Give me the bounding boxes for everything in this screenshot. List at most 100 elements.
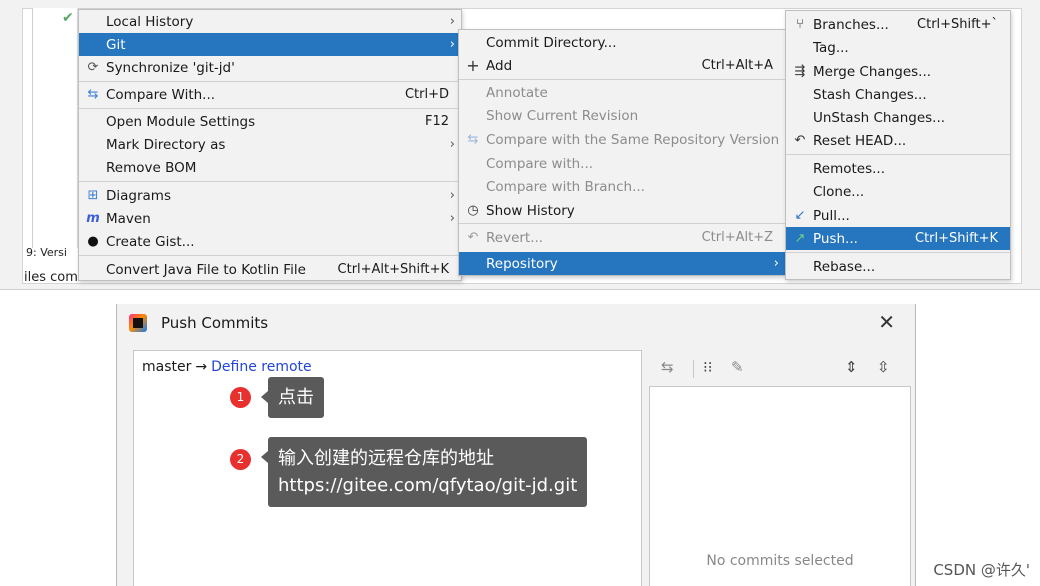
menu-separator (786, 252, 1010, 253)
menu-item-annotate[interactable]: Annotate (459, 81, 785, 104)
menu-item-compare-same-repo[interactable]: ⇆ Compare with the Same Repository Versi… (459, 128, 785, 151)
menu-item-label: Remove BOM (106, 159, 197, 176)
menu-separator (79, 81, 461, 82)
github-icon: ● (87, 234, 99, 249)
menu-item-commit-directory[interactable]: Commit Directory... (459, 31, 785, 54)
menu-item-stash-changes[interactable]: Stash Changes... (786, 83, 1010, 106)
menu-item-maven[interactable]: m Maven › (79, 207, 461, 230)
menu-item-git[interactable]: Git › (79, 33, 461, 56)
menu-item-synchronize[interactable]: ⟳ Synchronize 'git-jd' (79, 56, 461, 79)
menu-item-label: UnStash Changes... (813, 109, 946, 126)
menu-item-label: Compare with... (486, 155, 594, 172)
menu-item-rebase[interactable]: Rebase... (786, 255, 1010, 278)
menu-item-shortcut: Ctrl+D (404, 87, 449, 102)
menu-item-label: Local History (106, 13, 194, 30)
menu-item-merge-changes[interactable]: ⇶ Merge Changes... (786, 60, 1010, 83)
menu-item-label: Rebase... (813, 258, 876, 275)
menu-item-show-current-revision[interactable]: Show Current Revision (459, 104, 785, 127)
menu-item-shortcut: Ctrl+Alt+Z (701, 230, 773, 245)
menu-item-label: Repository (486, 255, 558, 272)
annotation-url: https://gitee.com/qfytao/git-jd.git (278, 475, 578, 496)
menu-item-label: Diagrams (106, 187, 171, 204)
menu-separator (79, 108, 461, 109)
menu-item-shortcut: Ctrl+Shift+` (917, 17, 998, 32)
menu-item-label: Maven (106, 210, 151, 227)
close-icon[interactable]: ✕ (878, 310, 895, 334)
menu-item-label: Stash Changes... (813, 86, 927, 103)
reset-icon: ↶ (794, 133, 806, 148)
edit-icon[interactable]: ✎ (731, 358, 744, 376)
project-context-menu: Local History › Git › ⟳ Synchronize 'git… (78, 9, 462, 281)
csdn-watermark: CSDN @许久' (933, 561, 1030, 579)
menu-item-shortcut: F12 (424, 114, 449, 129)
menu-item-local-history[interactable]: Local History › (79, 10, 461, 33)
menu-item-unstash-changes[interactable]: UnStash Changes... (786, 106, 1010, 129)
compare-icon: ⇆ (467, 132, 479, 147)
menu-item-pull[interactable]: ↙ Pull... (786, 204, 1010, 227)
submenu-arrow-icon: › (449, 37, 455, 52)
menu-item-compare-with[interactable]: ⇆ Compare With... Ctrl+D (79, 83, 461, 106)
intellij-logo-icon (129, 314, 147, 332)
define-remote-link[interactable]: Define remote (211, 359, 312, 375)
menu-item-label: Push... (813, 230, 858, 247)
menu-item-label: Annotate (486, 84, 548, 101)
files-committed-label: iles com (24, 270, 78, 285)
menu-item-branches[interactable]: ⑂ Branches... Ctrl+Shift+` (786, 13, 1010, 36)
menu-item-diagrams[interactable]: ⊞ Diagrams › (79, 184, 461, 207)
merge-icon: ⇶ (794, 64, 806, 79)
checkmark-icon: ✔ (62, 10, 74, 26)
menu-item-clone[interactable]: Clone... (786, 180, 1010, 203)
submenu-arrow-icon: › (449, 211, 455, 226)
annotation-bubble: 点击 (261, 377, 324, 418)
repository-submenu: ⑂ Branches... Ctrl+Shift+` Tag... ⇶ Merg… (785, 10, 1011, 280)
menu-item-label: Merge Changes... (813, 63, 932, 80)
menu-item-compare-with-branch[interactable]: Compare with Branch... (459, 175, 785, 198)
menu-separator (459, 223, 785, 224)
menu-item-add[interactable]: + Add Ctrl+Alt+A (459, 54, 785, 77)
menu-item-push[interactable]: ↗ Push... Ctrl+Shift+K (786, 227, 1010, 250)
menu-item-mark-directory[interactable]: Mark Directory as › (79, 133, 461, 156)
plus-icon: + (466, 56, 480, 75)
menu-separator (79, 181, 461, 182)
commit-details-pane: No commits selected (649, 386, 911, 586)
menu-item-show-history[interactable]: ◷ Show History (459, 199, 785, 222)
menu-item-tag[interactable]: Tag... (786, 36, 1010, 59)
menu-separator (79, 255, 461, 256)
menu-item-revert[interactable]: ↶ Revert... Ctrl+Alt+Z (459, 226, 785, 249)
menu-item-shortcut: Ctrl+Alt+A (701, 58, 773, 73)
push-icon: ↗ (794, 231, 806, 246)
menu-item-create-gist[interactable]: ● Create Gist... (79, 230, 461, 253)
step-badge: 2 (230, 449, 251, 470)
menu-item-label: Convert Java File to Kotlin File (106, 261, 306, 278)
menu-item-convert-kotlin[interactable]: Convert Java File to Kotlin File Ctrl+Al… (79, 258, 461, 281)
menu-item-remotes[interactable]: Remotes... (786, 157, 1010, 180)
compare-icon[interactable]: ⇆ (661, 358, 674, 376)
menu-item-reset-head[interactable]: ↶ Reset HEAD... (786, 129, 1010, 152)
menu-item-label: Branches... (813, 16, 889, 33)
revert-icon: ↶ (467, 230, 479, 245)
menu-item-label: Mark Directory as (106, 136, 226, 153)
annotation-bubble: 输入创建的远程仓库的地址 https://gitee.com/qfytao/gi… (260, 437, 588, 507)
menu-item-label: Synchronize 'git-jd' (106, 59, 235, 76)
menu-item-label: Compare with Branch... (486, 178, 645, 195)
expand-all-icon[interactable]: ⇕ (845, 358, 858, 376)
menu-item-label: Compare with the Same Repository Version (486, 131, 780, 148)
menu-item-label: Commit Directory... (486, 34, 617, 51)
menu-item-open-module-settings[interactable]: Open Module Settings F12 (79, 110, 461, 133)
collapse-all-icon[interactable]: ⇳ (877, 358, 890, 376)
menu-item-shortcut: Ctrl+Alt+Shift+K (337, 262, 449, 277)
menu-item-label: Revert... (486, 229, 544, 246)
menu-item-remove-bom[interactable]: Remove BOM (79, 156, 461, 179)
group-by-icon[interactable]: ⁝⁝ (703, 358, 713, 376)
menu-item-label: Remotes... (813, 160, 885, 177)
menu-item-label: Open Module Settings (106, 113, 256, 130)
menu-item-repository[interactable]: Repository › (459, 252, 785, 275)
project-tree-strip (32, 8, 78, 248)
submenu-arrow-icon: › (449, 137, 455, 152)
pull-icon: ↙ (794, 208, 806, 223)
menu-item-label: Add (486, 57, 513, 74)
menu-item-compare-with[interactable]: Compare with... (459, 152, 785, 175)
branch-row: master → Define remote (142, 359, 312, 375)
version-control-tab-label[interactable]: 9: Versi (26, 246, 67, 259)
branch-name: master (142, 359, 192, 375)
